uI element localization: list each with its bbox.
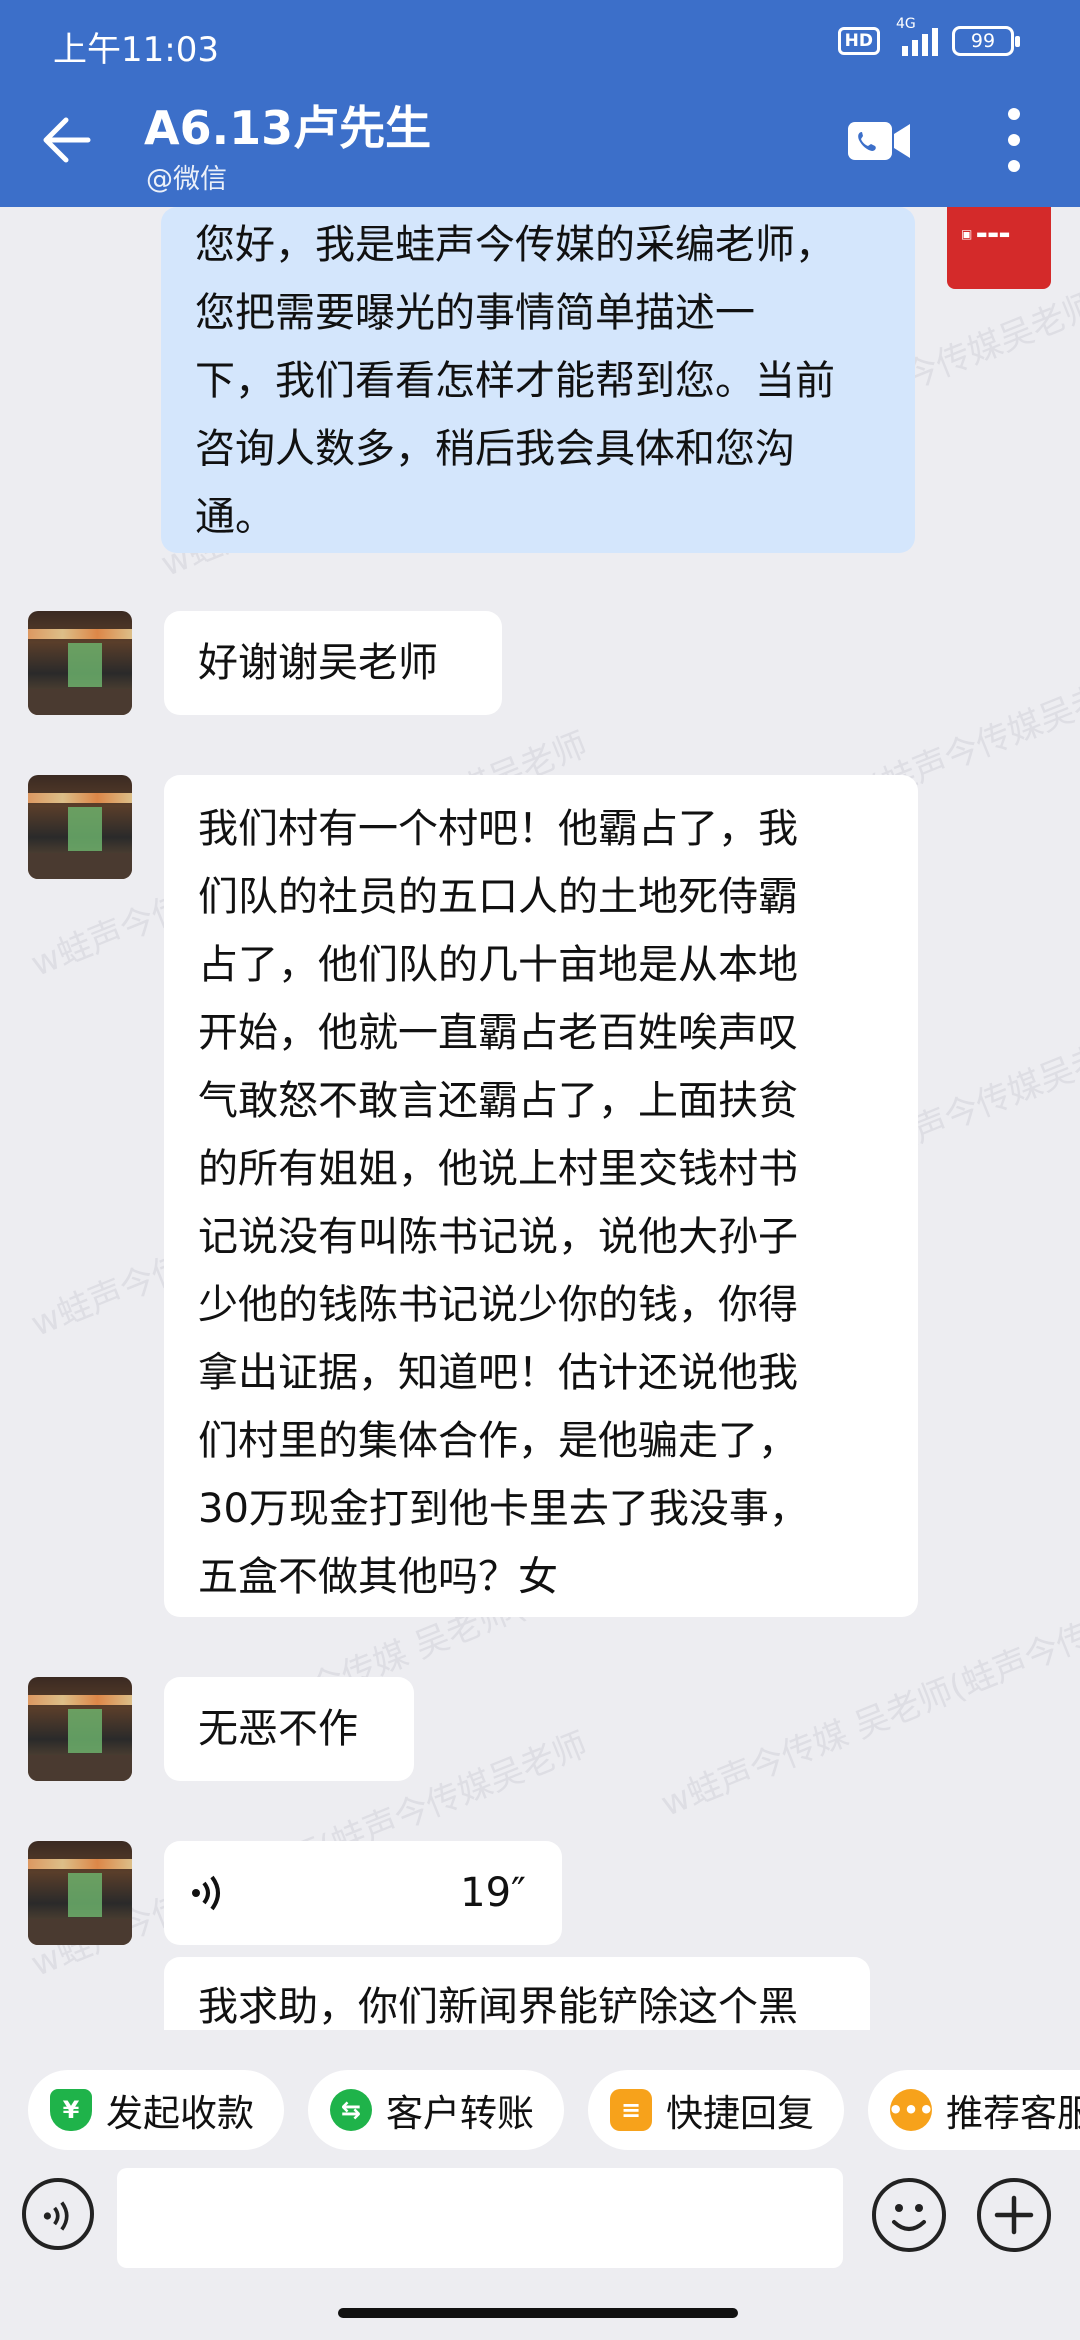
voice-wave-icon xyxy=(43,2201,69,2231)
home-indicator[interactable] xyxy=(338,2308,738,2318)
battery-icon: 99 xyxy=(952,26,1020,56)
message-line: 拿出证据，知道吧！估计还说他我 xyxy=(198,1350,798,1396)
message-line: 我求助，你们新闻界能铲除这个黑 xyxy=(198,1984,798,2030)
message-line: 30万现金打到他卡里去了我没事， xyxy=(198,1486,809,1532)
quick-action-customer-transfer[interactable]: ⇆ 客户转账 xyxy=(308,2070,564,2150)
network-type: 4G xyxy=(896,16,916,32)
chat-subtitle: @微信 xyxy=(146,164,227,195)
recommend-icon: ••• xyxy=(888,2089,934,2131)
message-line: 无恶不作 xyxy=(198,1706,358,1752)
message-line: 好谢谢吴老师 xyxy=(198,640,438,686)
message-line: 气敢怒不敢言还霸占了，上面扶贫 xyxy=(198,1078,798,1124)
message-line: 们队的社员的五口人的土地死侍霸 xyxy=(198,874,798,920)
contact-avatar[interactable] xyxy=(28,1841,132,1945)
contact-avatar[interactable] xyxy=(28,1677,132,1781)
message-bubble-incoming[interactable]: 无恶不作 xyxy=(164,1677,414,1781)
message-bubble-incoming[interactable]: 好谢谢吴老师 xyxy=(164,611,502,715)
quick-action-label: 快捷回复 xyxy=(666,2092,814,2135)
message-line: 记说没有叫陈书记说，说他大孙子 xyxy=(198,1214,798,1260)
quick-action-label: 客户转账 xyxy=(386,2092,534,2135)
status-time: 上午11:03 xyxy=(53,30,219,70)
message-line: 占了，他们队的几十亩地是从本地 xyxy=(198,942,798,988)
transfer-icon: ⇆ xyxy=(330,2089,372,2131)
message-line: 的所有姐姐，他说上村里交钱村书 xyxy=(198,1146,798,1192)
hd-badge: HD xyxy=(837,27,880,55)
message-input[interactable] xyxy=(117,2168,843,2268)
quick-action-quick-reply[interactable]: ≡ 快捷回复 xyxy=(588,2070,844,2150)
message-line: 我们村有一个村吧！他霸占了，我 xyxy=(198,806,798,852)
reply-icon: ≡ xyxy=(610,2089,652,2131)
message-line: 下，我们看看怎样才能帮到您。当前 xyxy=(195,358,835,404)
contact-avatar[interactable] xyxy=(28,775,132,879)
signal-icon: 4G xyxy=(894,16,938,56)
quick-action-label: 发起收款 xyxy=(106,2092,254,2135)
quick-action-collect-payment[interactable]: ¥ 发起收款 xyxy=(28,2070,284,2150)
chat-title: A6.13卢先生 xyxy=(144,101,432,155)
yuan-shield-icon: ¥ xyxy=(50,2089,92,2131)
sender-avatar[interactable]: ▣ ▬▬▬ xyxy=(947,207,1051,289)
message-line: 开始，他就一直霸占老百姓唉声叹 xyxy=(198,1010,798,1056)
voice-message-bubble[interactable]: 19″ xyxy=(164,1841,562,1945)
message-line: 少他的钱陈书记说少你的钱，你得 xyxy=(198,1282,798,1328)
message-line: 们村里的集体合作，是他骗走了， xyxy=(198,1418,798,1464)
quick-action-label: 推荐客服 xyxy=(946,2092,1080,2135)
more-options-icon[interactable] xyxy=(1000,108,1028,172)
contact-avatar[interactable] xyxy=(28,611,132,715)
avatar-logo: ▣ ▬▬▬ xyxy=(961,227,1011,241)
message-line: 咨询人数多，稍后我会具体和您沟 xyxy=(195,426,795,472)
message-line: 您把需要曝光的事情简单描述一 xyxy=(195,290,755,336)
message-bubble-incoming[interactable]: 我求助，你们新闻界能铲除这个黑 xyxy=(164,1957,870,2030)
chat-area[interactable]: w蛙声今传媒 吴老师(蛙声今传媒吴老师 w蛙声今传媒 吴老师(蛙声今传媒吴老师 … xyxy=(0,207,1080,2030)
chat-header: 上午11:03 HD 4G 99 A6.13卢先生 @微信 xyxy=(0,0,1080,207)
more-actions-button[interactable] xyxy=(977,2178,1051,2252)
input-bar xyxy=(0,2160,1080,2290)
message-line: 通。 xyxy=(195,494,275,540)
emoji-button[interactable] xyxy=(872,2178,946,2252)
message-line: 五盒不做其他吗？女 xyxy=(198,1554,558,1600)
quick-action-recommend-service[interactable]: ••• 推荐客服 xyxy=(868,2070,1080,2150)
message-bubble-incoming[interactable]: 我们村有一个村吧！他霸占了，我 们队的社员的五口人的土地死侍霸 占了，他们队的几… xyxy=(164,775,918,1617)
voice-input-button[interactable] xyxy=(22,2178,94,2250)
back-arrow-icon[interactable] xyxy=(36,112,92,168)
video-call-icon[interactable] xyxy=(846,118,912,164)
smiley-icon xyxy=(892,2204,926,2231)
status-icons: HD 4G 99 xyxy=(837,16,1020,56)
voice-wave-icon xyxy=(192,1875,220,1911)
message-line: 您好，我是蛙声今传媒的采编老师， xyxy=(195,222,835,268)
voice-duration: 19″ xyxy=(460,1870,526,1916)
message-bubble-outgoing[interactable]: 您好，我是蛙声今传媒的采编老师， 您把需要曝光的事情简单描述一 下，我们看看怎样… xyxy=(161,207,915,553)
plus-icon xyxy=(994,2195,1034,2235)
